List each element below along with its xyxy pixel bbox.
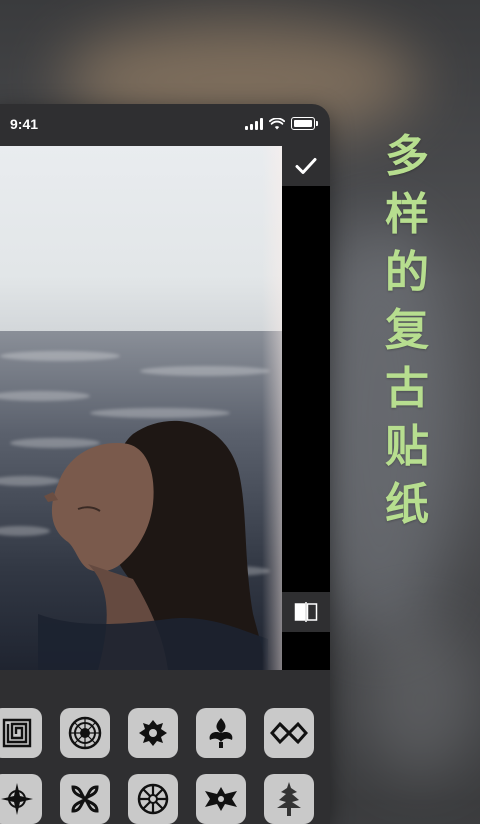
slogan-char: 多 bbox=[385, 131, 429, 182]
sticker-round-mandala[interactable] bbox=[128, 774, 178, 824]
sticker-circular-mandala[interactable] bbox=[60, 708, 110, 758]
cross-knot-icon bbox=[71, 785, 99, 813]
compare-button[interactable] bbox=[282, 592, 330, 632]
backdrop-blur bbox=[360, 620, 480, 780]
scroll-ornament-icon bbox=[205, 787, 237, 811]
tree-ornament-icon bbox=[277, 782, 301, 816]
status-time: 9:41 bbox=[10, 116, 39, 132]
phone-frame: 9:41 bbox=[0, 104, 330, 824]
woman-in-water bbox=[38, 420, 268, 670]
slogan-char: 贴 bbox=[385, 421, 429, 472]
slogan-char: 复 bbox=[385, 305, 429, 356]
sticker-ornate-crest[interactable] bbox=[128, 708, 178, 758]
fleur-icon bbox=[209, 718, 233, 748]
slogan-char: 的 bbox=[385, 247, 429, 298]
compare-split-icon bbox=[294, 602, 318, 622]
slogan-char: 古 bbox=[385, 363, 429, 414]
sticker-geometric-maze[interactable] bbox=[0, 708, 42, 758]
sticker-knot-pattern[interactable] bbox=[264, 708, 314, 758]
knot-icon bbox=[270, 721, 308, 745]
crest-icon bbox=[139, 720, 167, 746]
photo-canvas[interactable] bbox=[0, 146, 282, 670]
sticker-tree-ornament[interactable] bbox=[264, 774, 314, 824]
promo-slogan: 多 样 的 复 古 贴 纸 bbox=[382, 128, 432, 534]
sticker-fleur-ornament[interactable] bbox=[196, 708, 246, 758]
confirm-button[interactable] bbox=[282, 146, 330, 186]
sticker-panel bbox=[0, 670, 330, 824]
wifi-icon bbox=[269, 117, 285, 129]
round-mandala-icon bbox=[137, 783, 169, 815]
wave bbox=[140, 366, 270, 376]
sticker-cross-knot[interactable] bbox=[60, 774, 110, 824]
sticker-compass-star[interactable] bbox=[0, 774, 42, 824]
tool-column bbox=[282, 146, 330, 670]
photo-edge-glow bbox=[262, 146, 282, 670]
signal-icon bbox=[245, 117, 263, 130]
status-icons bbox=[245, 117, 318, 130]
sticker-scroll-ornament[interactable] bbox=[196, 774, 246, 824]
mandala-icon bbox=[68, 716, 102, 750]
compass-star-icon bbox=[1, 783, 33, 815]
checkmark-icon bbox=[295, 158, 317, 174]
maze-pattern-icon bbox=[2, 718, 32, 748]
battery-icon bbox=[291, 117, 315, 130]
photo-sky bbox=[0, 146, 282, 331]
wave bbox=[0, 351, 120, 361]
slogan-char: 样 bbox=[385, 189, 429, 240]
status-bar: 9:41 bbox=[0, 104, 330, 146]
slogan-char: 纸 bbox=[385, 479, 429, 530]
